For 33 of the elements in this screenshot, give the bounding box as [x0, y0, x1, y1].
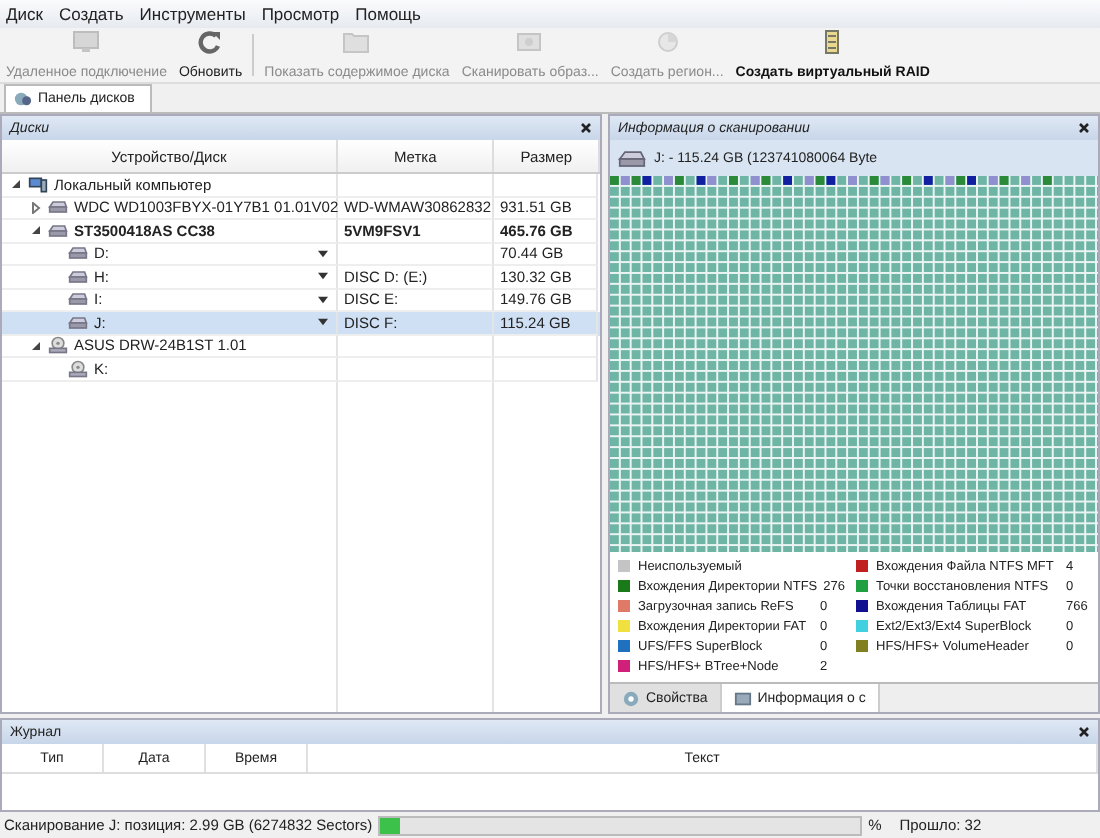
drive-icon: [68, 267, 88, 286]
dropdown-arrow-icon[interactable]: [318, 272, 328, 281]
expanded-icon[interactable]: [30, 339, 42, 352]
dropdown-arrow-icon[interactable]: [318, 295, 328, 304]
collapsed-icon[interactable]: [30, 201, 42, 214]
optical-drive-icon: [68, 359, 88, 378]
expanded-icon[interactable]: [10, 178, 22, 191]
close-icon[interactable]: [580, 122, 592, 134]
menu-item[interactable]: Инструменты: [139, 4, 246, 24]
monitor-icon: [72, 30, 101, 54]
menu-item[interactable]: Помощь: [355, 4, 421, 24]
properties-icon: [622, 689, 640, 707]
close-icon[interactable]: [1078, 122, 1090, 134]
drive-icon: [68, 290, 88, 309]
menu-item[interactable]: Диск: [6, 4, 43, 24]
optical-drive-icon: [48, 336, 68, 355]
expanded-icon[interactable]: [30, 224, 42, 237]
refresh-icon: [196, 30, 225, 54]
disks-icon: [14, 90, 32, 108]
menu-item[interactable]: Просмотр: [261, 4, 340, 24]
drive-icon: [48, 221, 68, 240]
drive-icon: [68, 313, 88, 332]
computer-icon: [28, 175, 48, 194]
drive-icon: [618, 149, 646, 167]
dropdown-arrow-icon[interactable]: [318, 249, 328, 258]
drive-icon: [68, 244, 88, 263]
menu-item[interactable]: Создать: [58, 4, 124, 24]
close-icon[interactable]: [1078, 726, 1090, 738]
disk-image-icon: [516, 30, 545, 54]
region-icon: [653, 30, 682, 54]
info-icon: [733, 689, 752, 707]
drive-icon: [48, 198, 68, 217]
dropdown-arrow-icon[interactable]: [318, 318, 328, 327]
